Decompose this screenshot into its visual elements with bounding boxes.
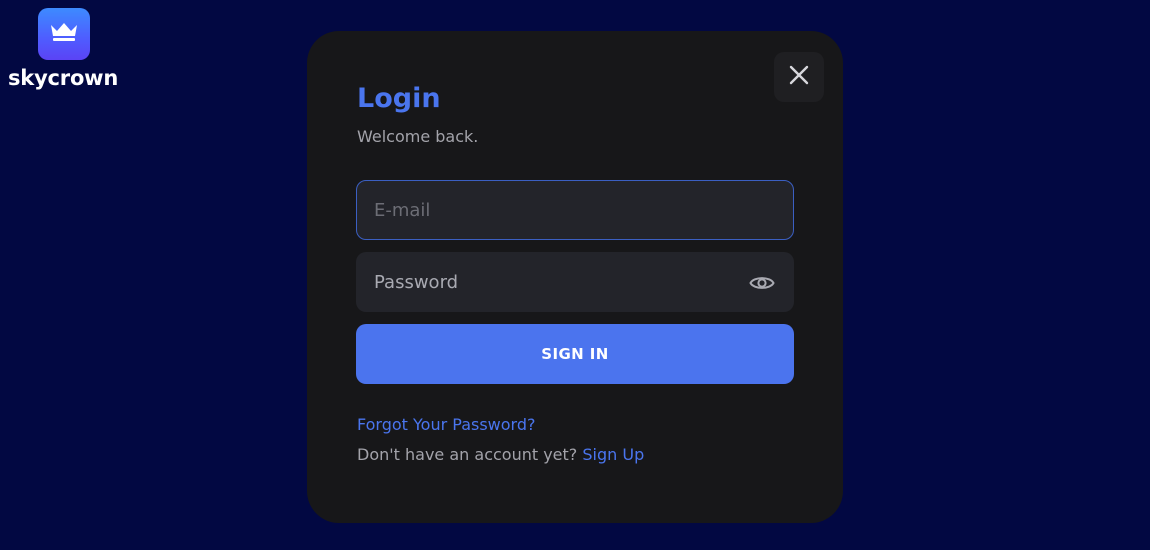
email-field-container	[356, 180, 794, 240]
eye-icon[interactable]	[749, 271, 775, 295]
email-field[interactable]	[357, 181, 793, 239]
password-field[interactable]	[357, 253, 793, 311]
close-icon	[788, 64, 810, 91]
close-button[interactable]	[774, 52, 824, 102]
signup-prompt: Don't have an account yet?	[357, 445, 578, 464]
sign-in-button[interactable]: SIGN IN	[356, 324, 794, 384]
sign-up-link[interactable]: Sign Up	[582, 445, 644, 464]
brand-name: skycrown	[8, 66, 119, 90]
password-field-container	[356, 252, 794, 312]
brand[interactable]: skycrown	[0, 0, 128, 100]
modal-title: Login	[357, 83, 441, 114]
modal-subtitle: Welcome back.	[357, 127, 479, 146]
brand-logo[interactable]	[38, 8, 90, 60]
crown-icon	[49, 21, 79, 48]
signup-row: Don't have an account yet? Sign Up	[357, 445, 644, 465]
forgot-password-link[interactable]: Forgot Your Password?	[357, 415, 536, 435]
login-modal: Login Welcome back. SIGN IN Forgot Your …	[307, 31, 843, 523]
